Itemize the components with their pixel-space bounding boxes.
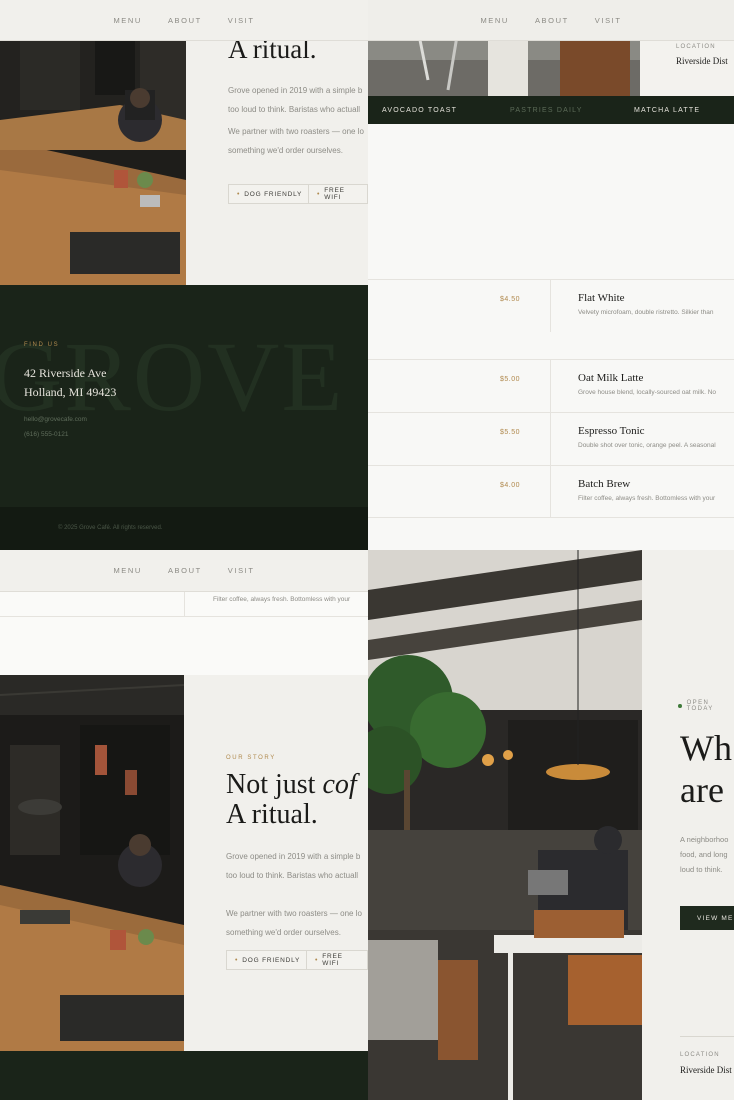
menu-divider xyxy=(550,360,551,412)
menu-item-name: Batch Brew xyxy=(578,478,631,490)
menu-price: $4.50 xyxy=(500,296,521,303)
menu-item-desc: Grove house blend, locally-sourced oat m… xyxy=(578,389,717,396)
nav-menu[interactable]: MENU xyxy=(113,566,141,575)
top-nav-1: MENU ABOUT VISIT xyxy=(0,0,368,41)
menu-price: $5.50 xyxy=(500,429,521,436)
location-label: LOCATION xyxy=(676,44,716,50)
story-section-top: A ritual. Grove opened in 2019 with a si… xyxy=(0,0,368,285)
tab-avocado-toast[interactable]: AVOCADO TOAST xyxy=(382,107,457,114)
bullet-icon: • xyxy=(315,956,319,964)
menu-tab-bar: AVOCADO TOAST PASTRIES DAILY MATCHA LATT… xyxy=(368,96,734,124)
story-paragraph-1-top: Grove opened in 2019 with a simple b too … xyxy=(228,86,363,114)
location-label: LOCATION xyxy=(680,1052,720,1058)
footer-bottom-bar: © 2025 Grove Café. All rights reserved. xyxy=(0,507,368,550)
nav-menu[interactable]: MENU xyxy=(480,16,508,25)
status-dot-icon xyxy=(678,704,682,708)
nav-visit[interactable]: VISIT xyxy=(595,16,622,25)
partial-menu-row: Filter coffee, always fresh. Bottomless … xyxy=(0,592,368,617)
menu-item-name: Espresso Tonic xyxy=(578,425,645,437)
location-value: Riverside Dist xyxy=(680,1065,732,1075)
hero-open-badge: OPEN TODAY xyxy=(678,700,734,712)
top-nav-2: MENU ABOUT VISIT xyxy=(368,0,734,41)
menu-divider xyxy=(550,280,551,332)
tab-pastries-daily[interactable]: PASTRIES DAILY xyxy=(510,107,583,114)
spacer xyxy=(0,617,368,675)
nav-about[interactable]: ABOUT xyxy=(535,16,569,25)
story-heading: Not just cof A ritual. xyxy=(226,769,357,830)
cafe-interior-photo xyxy=(0,0,186,285)
menu-divider xyxy=(550,466,551,517)
hero-cafe-photo xyxy=(368,550,642,1100)
footer-eyebrow: FIND US xyxy=(24,342,60,348)
nav-about[interactable]: ABOUT xyxy=(168,16,202,25)
footer-copyright: © 2025 Grove Café. All rights reserved. xyxy=(58,525,163,531)
footer-top-edge xyxy=(0,1051,368,1100)
menu-divider xyxy=(550,413,551,465)
hero-paragraph: A neighborhoo food, and long loud to think… xyxy=(680,835,729,874)
nav-about[interactable]: ABOUT xyxy=(168,566,202,575)
tab-matcha-latte[interactable]: MATCHA LATTE xyxy=(634,107,700,114)
nav-visit[interactable]: VISIT xyxy=(228,16,255,25)
story-heading-italic: cof xyxy=(322,769,357,800)
menu-item-name: Flat White xyxy=(578,292,625,304)
bullet-icon: • xyxy=(235,956,239,964)
footer-email[interactable]: hello@grovecafe.com xyxy=(24,416,87,423)
story-eyebrow: OUR STORY xyxy=(226,755,276,761)
partial-row-desc: Filter coffee, always fresh. Bottomless … xyxy=(213,596,351,603)
story-section: MENU ABOUT VISIT Filter coffee, always f… xyxy=(0,550,368,1100)
view-menu-button[interactable]: VIEW ME xyxy=(680,906,734,930)
free-wifi-tag: • FREE WIFI xyxy=(306,950,368,970)
story-paragraph-1: Grove opened in 2019 with a simple b too … xyxy=(226,852,361,880)
top-nav-3: MENU ABOUT VISIT xyxy=(0,550,368,592)
menu-row[interactable]: $5.00 Oat Milk Latte Grove house blend, … xyxy=(368,359,734,412)
footer-phone[interactable]: (616) 555-0121 xyxy=(24,431,68,438)
menu-price: $4.00 xyxy=(500,482,521,489)
hero-section: OPEN TODAY Wh are A neighborhoo food, and … xyxy=(368,550,734,1100)
menu-divider xyxy=(184,592,185,616)
menu-section: LOCATION Riverside Dist MENU ABOUT VISIT… xyxy=(368,0,734,550)
menu-item-desc: Filter coffee, always fresh. Bottomless … xyxy=(578,495,716,502)
free-wifi-tag-top: • FREE WIFI xyxy=(308,184,368,204)
cafe-interior-photo xyxy=(0,675,184,1051)
bullet-icon: • xyxy=(237,190,241,198)
nav-menu[interactable]: MENU xyxy=(113,16,141,25)
hero-heading: Wh are xyxy=(680,728,732,810)
footer-address-line1: 42 Riverside Ave xyxy=(24,366,107,380)
footer-address-line2: Holland, MI 49423 xyxy=(24,385,117,399)
menu-item-desc: Velvety microfoam, double ristretto. Sil… xyxy=(578,309,714,316)
menu-item-desc: Double shot over tonic, orange peel. A s… xyxy=(578,442,716,449)
dog-friendly-tag: • DOG FRIENDLY xyxy=(226,950,310,970)
menu-row[interactable]: $5.50 Espresso Tonic Double shot over to… xyxy=(368,412,734,465)
menu-price: $5.00 xyxy=(500,376,521,383)
footer-section: GROVE FIND US 42 Riverside Ave Holland, … xyxy=(0,285,368,550)
menu-item-name: Oat Milk Latte xyxy=(578,372,644,384)
nav-visit[interactable]: VISIT xyxy=(228,566,255,575)
dog-friendly-tag-top: • DOG FRIENDLY xyxy=(228,184,312,204)
menu-row[interactable]: $4.00 Batch Brew Filter coffee, always f… xyxy=(368,465,734,518)
bullet-icon: • xyxy=(317,190,321,198)
story-paragraph-2: We partner with two roasters — one lo som… xyxy=(226,909,362,937)
hero-divider xyxy=(680,1036,734,1037)
menu-row[interactable]: $4.50 Flat White Velvety microfoam, doub… xyxy=(368,279,734,332)
story-paragraph-2-top: We partner with two roasters — one lo som… xyxy=(228,127,364,155)
location-value: Riverside Dist xyxy=(676,56,728,66)
